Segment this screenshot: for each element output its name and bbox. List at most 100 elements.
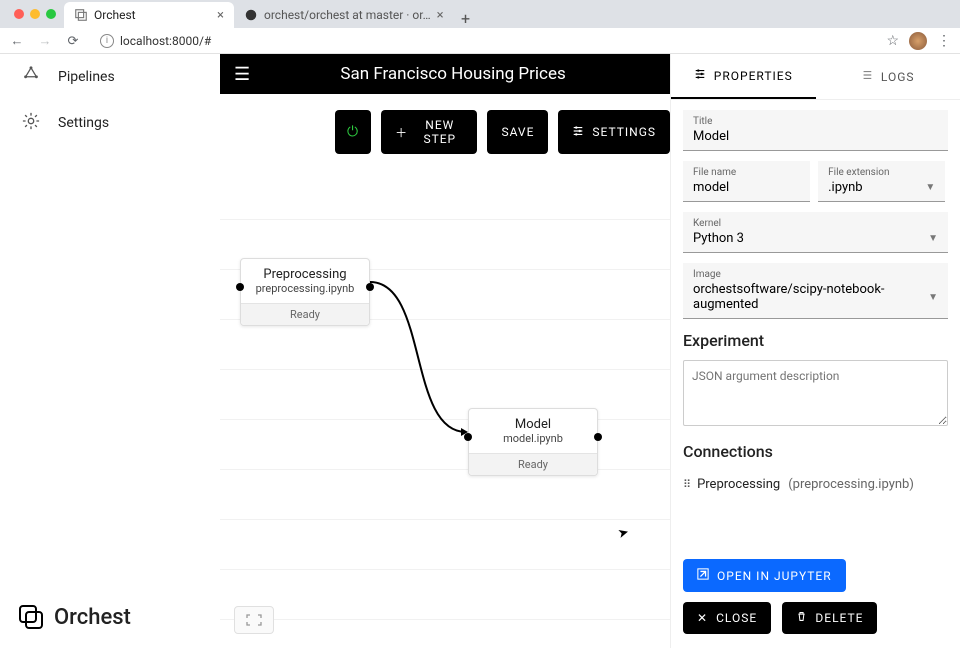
button-label: OPEN IN JUPYTER (717, 569, 832, 583)
new-step-button[interactable]: ＋ NEW STEP (381, 110, 477, 154)
field-label: Kernel (693, 218, 938, 229)
node-output-port[interactable] (594, 433, 602, 441)
pipelines-icon (22, 66, 40, 88)
close-tab-icon[interactable]: × (437, 8, 444, 23)
delete-button[interactable]: DELETE (782, 602, 877, 634)
filename-field[interactable]: File name model (683, 161, 810, 202)
node-file: model.ipynb (469, 432, 597, 453)
panel-body: Title Model File name model File extensi… (671, 100, 960, 549)
pipeline-edge (368, 278, 478, 438)
field-value: .ipynb▼ (828, 178, 935, 195)
list-icon (861, 69, 873, 84)
save-button[interactable]: SAVE (487, 110, 548, 154)
hamburger-icon[interactable]: ☰ (234, 64, 250, 85)
trash-icon (796, 611, 807, 625)
field-label: File name (693, 167, 800, 178)
run-button[interactable]: ⏻ (335, 110, 371, 154)
fullscreen-button[interactable] (234, 606, 274, 634)
close-tab-icon[interactable]: × (217, 8, 224, 23)
pipeline-canvas[interactable]: Preprocessing preprocessing.ipynb Ready … (220, 170, 670, 648)
settings-button[interactable]: SETTINGS (558, 110, 670, 154)
experiment-textarea[interactable] (683, 360, 948, 426)
tab-label: PROPERTIES (714, 69, 793, 83)
back-button[interactable]: ← (8, 32, 26, 50)
node-input-port[interactable] (464, 433, 472, 441)
mouse-cursor: ➤ (616, 525, 630, 542)
tune-icon (694, 68, 706, 83)
forward-button[interactable]: → (36, 32, 54, 50)
bookmark-icon[interactable]: ☆ (886, 33, 899, 49)
open-in-jupyter-button[interactable]: OPEN IN JUPYTER (683, 559, 846, 592)
node-file: preprocessing.ipynb (241, 282, 369, 303)
tab-bar: Orchest × orchest/orchest at master · or… (0, 0, 960, 28)
field-label: File extension (828, 167, 935, 178)
field-label: Title (693, 116, 938, 127)
close-window-icon[interactable] (14, 9, 24, 19)
page-title: San Francisco Housing Prices (250, 64, 656, 84)
main: ☰ San Francisco Housing Prices ⏻ ＋ NEW S… (220, 54, 670, 648)
tab-properties[interactable]: PROPERTIES (671, 54, 816, 99)
file-extension-field[interactable]: File extension .ipynb▼ (818, 161, 945, 202)
connections-heading: Connections (683, 442, 948, 461)
power-icon: ⏻ (347, 124, 359, 140)
profile-avatar[interactable] (909, 32, 927, 50)
toolbar: ⏻ ＋ NEW STEP SAVE SETTINGS (220, 94, 670, 170)
button-label: CLOSE (716, 611, 757, 625)
sidebar-item-label: Settings (58, 115, 109, 131)
sidebar-item-settings[interactable]: Settings (0, 100, 220, 146)
sidebar-item-pipelines[interactable]: Pipelines (0, 54, 220, 100)
url-text: localhost:8000/# (120, 34, 211, 48)
favicon-icon (74, 8, 88, 22)
field-value: orchestsoftware/scipy-notebook-augmented… (693, 280, 938, 312)
connection-name: Preprocessing (697, 477, 780, 492)
node-input-port[interactable] (236, 283, 244, 291)
node-output-port[interactable] (366, 283, 374, 291)
button-label: SAVE (501, 125, 534, 139)
browser-tab-active[interactable]: Orchest × (64, 2, 234, 28)
address-bar: ← → ⟳ i localhost:8000/# ☆ ⋮ (0, 28, 960, 54)
connection-file: (preprocessing.ipynb) (788, 477, 914, 492)
tab-label: LOGS (881, 70, 915, 84)
url-field[interactable]: i localhost:8000/# (92, 32, 219, 50)
pipeline-node-preprocessing[interactable]: Preprocessing preprocessing.ipynb Ready (240, 258, 370, 326)
orchest-logo-icon (18, 604, 44, 630)
tune-icon (572, 125, 584, 140)
tab-title: Orchest (94, 8, 136, 22)
connection-item[interactable]: ⠿ Preprocessing (preprocessing.ipynb) (683, 471, 948, 498)
minimize-window-icon[interactable] (30, 9, 40, 19)
plus-icon: ＋ (395, 124, 408, 141)
image-field[interactable]: Image orchestsoftware/scipy-notebook-aug… (683, 263, 948, 319)
close-icon: ✕ (697, 611, 708, 625)
pipeline-node-model[interactable]: Model model.ipynb Ready (468, 408, 598, 476)
browser-menu-icon[interactable]: ⋮ (937, 33, 952, 49)
field-value: Python 3▼ (693, 229, 938, 246)
panel-actions: OPEN IN JUPYTER ✕ CLOSE DELETE (671, 549, 960, 648)
button-label: NEW STEP (416, 118, 463, 146)
site-info-icon[interactable]: i (100, 34, 114, 48)
chevron-down-icon: ▼ (928, 292, 938, 303)
launch-icon (697, 568, 709, 583)
kernel-field[interactable]: Kernel Python 3▼ (683, 212, 948, 253)
tab-logs[interactable]: LOGS (816, 54, 960, 99)
node-status: Ready (241, 303, 369, 325)
drag-handle-icon[interactable]: ⠿ (683, 482, 689, 488)
reload-button[interactable]: ⟳ (64, 32, 82, 50)
browser-tab-inactive[interactable]: orchest/orchest at master · or… × (234, 2, 454, 28)
favicon-github-icon (244, 8, 258, 22)
maximize-window-icon[interactable] (46, 9, 56, 19)
app-root: Pipelines Settings Orchest ☰ San Francis… (0, 54, 960, 648)
brand: Orchest (0, 586, 220, 648)
panel-tabs: PROPERTIES LOGS (671, 54, 960, 100)
new-tab-button[interactable]: + (454, 9, 478, 28)
sidebar: Pipelines Settings Orchest (0, 54, 220, 648)
node-title: Preprocessing (241, 259, 369, 282)
brand-text: Orchest (54, 605, 131, 630)
field-value: Model (693, 127, 938, 144)
sidebar-item-label: Pipelines (58, 69, 115, 85)
title-field[interactable]: Title Model (683, 110, 948, 151)
tab-title: orchest/orchest at master · or… (264, 8, 431, 22)
experiment-heading: Experiment (683, 331, 948, 350)
browser-chrome: Orchest × orchest/orchest at master · or… (0, 0, 960, 54)
close-button[interactable]: ✕ CLOSE (683, 602, 771, 634)
node-title: Model (469, 409, 597, 432)
